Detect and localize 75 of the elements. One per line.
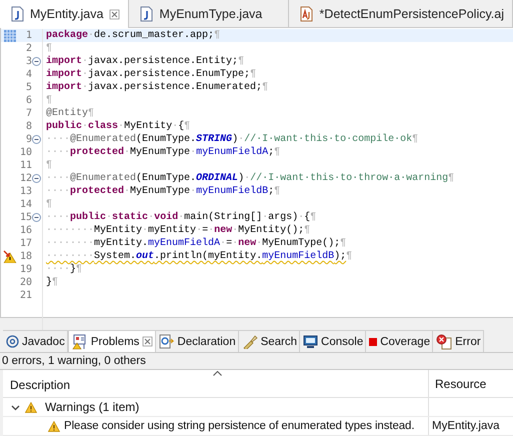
line-number: 12 xyxy=(18,172,32,185)
chevron-down-icon[interactable] xyxy=(11,402,20,412)
code-line: package·de.scrum_master.app;¶ xyxy=(46,29,220,42)
line-number: 14 xyxy=(18,198,32,211)
line-number: 10 xyxy=(18,146,32,159)
view-tab[interactable]: Console xyxy=(300,330,366,352)
line-number: 1 xyxy=(24,29,32,42)
code-line: public·class·MyEntity·{¶ xyxy=(46,120,190,133)
code-line: import·javax.persistence.Enumerated;¶ xyxy=(46,81,268,94)
line-number: 16 xyxy=(18,224,32,237)
line-number: 19 xyxy=(18,263,32,276)
warning-icon xyxy=(25,402,37,412)
line-number: 18 xyxy=(18,250,32,263)
collapse-icon[interactable] xyxy=(32,135,41,144)
problem-resource: MyEntity.java xyxy=(432,420,500,432)
code-line: ········myEntity.myEnumFieldA·=·new·MyEnumType();¶ xyxy=(46,237,346,250)
code-line: ····protected·MyEnumType·myEnumFieldA;¶ xyxy=(46,146,280,159)
line-number: 8 xyxy=(24,120,32,133)
square-icon xyxy=(369,338,378,346)
aspect-file-icon xyxy=(299,6,314,22)
view-tab[interactable]: Search xyxy=(238,330,300,352)
flashlight-icon xyxy=(242,334,258,349)
code-line: ¶ xyxy=(46,94,52,107)
code-line: @Entity¶ xyxy=(46,107,94,120)
line-number: 17 xyxy=(18,237,32,250)
line-number: 7 xyxy=(24,107,32,120)
column-header[interactable]: Description xyxy=(10,378,70,392)
problem-description[interactable]: Please consider using string persistence of enumerated types instead. xyxy=(64,420,414,432)
tree-item[interactable]: Warnings (1 item) xyxy=(45,400,140,414)
view-tab[interactable]: Javadoc xyxy=(3,330,68,352)
line-number: 15 xyxy=(18,211,32,224)
view-tab[interactable]: Problems xyxy=(68,330,156,352)
view-tab[interactable]: Coverage xyxy=(366,330,434,352)
code-line: ¶ xyxy=(46,198,52,211)
code-line: ····@Enumerated(EnumType.ORDINAL)·//·I·want·this·to·throw·a·warning¶ xyxy=(46,172,454,185)
problems-summary: 0 errors, 1 warning, 0 others xyxy=(0,353,513,370)
line-number: 4 xyxy=(24,68,32,81)
error-log-icon xyxy=(436,334,452,350)
collapse-icon[interactable] xyxy=(32,57,41,66)
line-number: 9 xyxy=(24,133,32,146)
code-line: ¶ xyxy=(46,159,52,172)
code-line: ····}¶ xyxy=(46,263,82,276)
close-icon[interactable] xyxy=(142,336,154,347)
close-icon[interactable] xyxy=(109,8,120,20)
code-line: ········MyEntity·myEntity·=·new·MyEntity();¶ xyxy=(46,224,310,237)
code-line: ········System.out.println(myEntity.myEnumFieldB);¶ xyxy=(46,250,352,263)
line-number: 6 xyxy=(24,94,32,107)
code-line: ····protected·MyEnumType·myEnumFieldB;¶ xyxy=(46,185,280,198)
view-tab[interactable]: Error xyxy=(433,330,484,352)
collapse-icon[interactable] xyxy=(32,213,41,222)
line-number: 5 xyxy=(24,81,32,94)
java-file-icon xyxy=(10,6,24,22)
collapse-icon[interactable] xyxy=(32,174,41,183)
column-header[interactable]: Resource xyxy=(435,376,486,390)
code-line: import·javax.persistence.Entity;¶ xyxy=(46,55,244,68)
line-number: 3 xyxy=(24,55,32,68)
code-line: ····public·static·void·main(String[]·args)·{¶ xyxy=(46,211,316,224)
code-line: }¶ xyxy=(46,276,58,289)
code-line: ¶ xyxy=(46,42,52,55)
java-file-icon xyxy=(139,6,154,22)
line-number: 21 xyxy=(18,289,32,302)
hatched-square-icon xyxy=(4,30,16,42)
code-line: import·javax.persistence.EnumType;¶ xyxy=(46,68,256,81)
line-number: 2 xyxy=(24,42,32,55)
line-number: 13 xyxy=(18,185,32,198)
line-number: 20 xyxy=(18,276,32,289)
at-sign-icon xyxy=(6,335,19,348)
problems-icon xyxy=(72,334,88,350)
code-line: ····@Enumerated(EnumType.STRING)·//·I·want·this·to·compile·ok¶ xyxy=(46,133,418,146)
view-tab[interactable]: Declaration xyxy=(156,330,239,352)
warning-icon xyxy=(48,420,60,432)
line-number: 11 xyxy=(18,159,32,172)
declaration-icon xyxy=(159,334,174,349)
monitor-icon xyxy=(303,334,318,348)
editor-tab[interactable]: MyEntity.java xyxy=(0,0,130,28)
